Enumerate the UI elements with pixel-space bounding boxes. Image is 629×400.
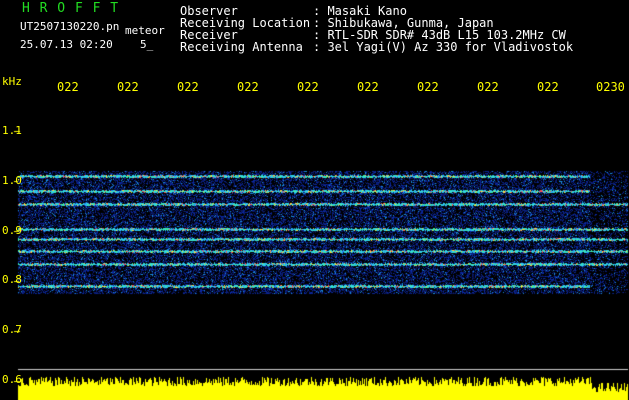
antenna-value: : 3el Yagi(V) Az 330 for Vladivostok: [313, 40, 574, 54]
scale-field: 5_: [140, 38, 154, 51]
filename: UT2507130220.pn: [20, 20, 120, 33]
time-tick: 022: [237, 80, 259, 94]
time-tick: 022: [537, 80, 559, 94]
time-tick: 022: [177, 80, 199, 94]
mode-label: meteor: [125, 24, 165, 37]
spectrogram: [0, 0, 629, 400]
brand-title: H R O F F T: [22, 1, 120, 16]
freq-tick: 0.6: [2, 373, 22, 386]
time-tick: 022: [477, 80, 499, 94]
freq-tick: 1.0: [2, 174, 22, 187]
datetime: 25.07.13 02:20: [20, 38, 113, 51]
freq-tick: 0.9: [2, 224, 22, 237]
y-axis-unit: kHz: [2, 75, 22, 88]
freq-tick: 0.8: [2, 273, 22, 286]
freq-tick: 0.7: [2, 323, 22, 336]
time-tick: 0230: [596, 80, 625, 94]
time-tick: 022: [297, 80, 319, 94]
time-tick: 022: [117, 80, 139, 94]
time-tick: 022: [57, 80, 79, 94]
freq-tick: 1.1: [2, 124, 22, 137]
time-tick: 022: [357, 80, 379, 94]
time-tick: 022: [417, 80, 439, 94]
antenna-label: Receiving Antenna: [180, 40, 303, 54]
